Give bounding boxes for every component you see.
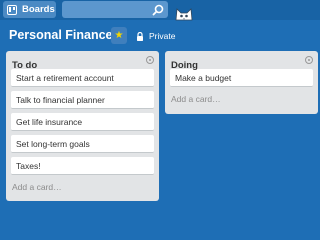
privacy-button[interactable]: Private xyxy=(136,31,175,41)
top-header: Boards xyxy=(0,0,320,22)
add-card-button[interactable]: Add a card… xyxy=(6,179,159,195)
add-card-button[interactable]: Add a card… xyxy=(165,91,318,107)
boards-icon xyxy=(7,4,17,15)
star-button[interactable]: ★ xyxy=(111,27,127,44)
taco-mascot-icon[interactable] xyxy=(174,6,194,22)
list-title[interactable]: Doing xyxy=(171,60,198,71)
search-icon[interactable] xyxy=(152,4,164,16)
list-to-do: To do Start a retirement account Talk to… xyxy=(6,51,159,201)
star-icon: ★ xyxy=(114,30,124,41)
card[interactable]: Get life insurance xyxy=(11,113,154,131)
list-menu-icon[interactable] xyxy=(305,56,313,64)
card[interactable]: Taxes! xyxy=(11,157,154,175)
card[interactable]: Talk to financial planner xyxy=(11,91,154,109)
list-title[interactable]: To do xyxy=(12,60,37,71)
lock-icon xyxy=(137,31,143,41)
board-title[interactable]: Personal Finances xyxy=(9,28,119,42)
list-header: To do xyxy=(6,51,159,71)
list-doing: Doing Make a budget Add a card… xyxy=(165,51,318,114)
list-header: Doing xyxy=(165,51,318,71)
card-list: Start a retirement account Talk to finan… xyxy=(6,69,159,175)
list-menu-icon[interactable] xyxy=(146,56,154,64)
boards-button[interactable]: Boards xyxy=(3,1,56,18)
privacy-label: Private xyxy=(149,31,176,41)
card[interactable]: Set long-term goals xyxy=(11,135,154,153)
boards-label: Boards xyxy=(22,4,55,15)
